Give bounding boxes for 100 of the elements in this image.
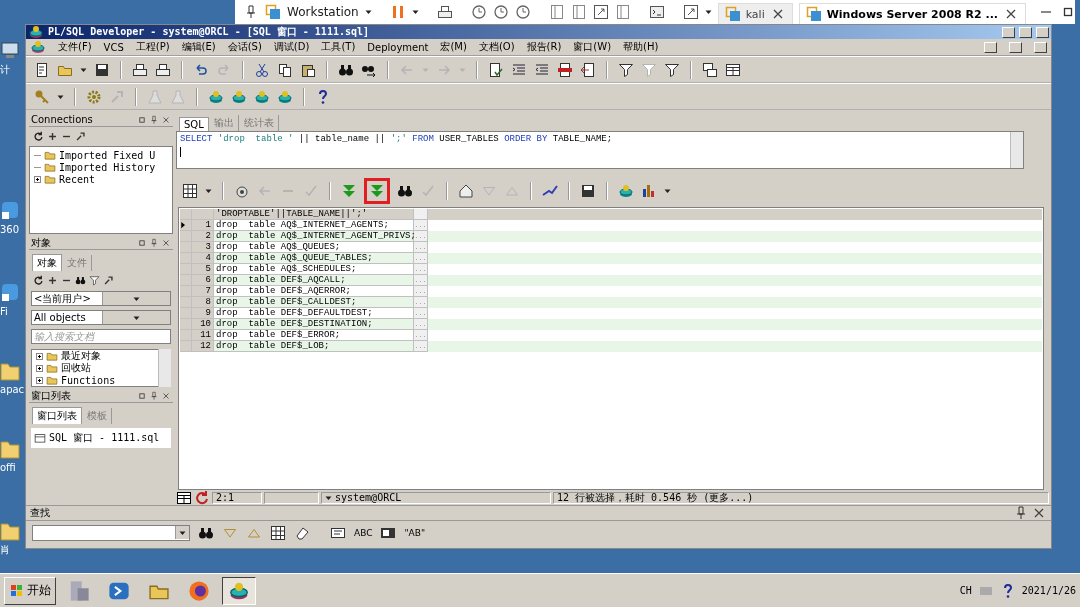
clock-icon[interactable] xyxy=(470,4,487,20)
menu-item[interactable]: 工程(P) xyxy=(135,40,170,54)
window-icon[interactable] xyxy=(34,432,46,444)
funnel-icon[interactable] xyxy=(664,61,680,78)
folder-icon[interactable] xyxy=(0,360,20,382)
fullscreen-icon[interactable] xyxy=(592,4,609,20)
menu-item[interactable]: 帮助(H) xyxy=(623,40,659,54)
tree-item[interactable]: Imported History xyxy=(59,161,156,173)
panel-tab[interactable]: SQL xyxy=(179,117,209,131)
vm-icon[interactable] xyxy=(265,4,281,20)
find-icon[interactable] xyxy=(397,183,413,199)
fullscreen-icon[interactable] xyxy=(682,4,699,20)
gear-icon[interactable] xyxy=(86,88,102,105)
database-icon[interactable] xyxy=(618,183,634,199)
expand-icon[interactable] xyxy=(36,364,43,372)
menu-item[interactable]: 宏(M) xyxy=(440,40,467,54)
close-button[interactable] xyxy=(1034,41,1047,53)
indent-icon[interactable] xyxy=(511,61,527,78)
cut-icon[interactable] xyxy=(254,61,270,78)
printer-icon[interactable] xyxy=(155,61,171,78)
menu-item[interactable]: 文件(F) xyxy=(58,40,92,54)
menu-item[interactable]: 文档(O) xyxy=(478,40,515,54)
document-icon[interactable] xyxy=(557,61,573,78)
close-icon[interactable] xyxy=(161,390,171,401)
search-field[interactable]: 输入搜索文档 xyxy=(31,329,171,344)
database-icon[interactable] xyxy=(208,88,224,105)
house-icon[interactable] xyxy=(458,183,474,199)
refresh-icon[interactable] xyxy=(33,131,44,142)
cascade-windows-icon[interactable] xyxy=(702,61,718,78)
panel-icon[interactable] xyxy=(614,4,631,20)
copy-icon[interactable] xyxy=(277,61,293,78)
scrollbar[interactable] xyxy=(1010,132,1023,168)
menu-item[interactable]: 报告(R) xyxy=(526,40,562,54)
grid-icon[interactable] xyxy=(270,525,286,541)
panel-icon[interactable] xyxy=(570,4,587,20)
folder-icon[interactable] xyxy=(0,438,20,460)
menu-item[interactable]: 调试(D) xyxy=(273,40,310,54)
scrollbar[interactable] xyxy=(158,349,171,387)
match-case-toggle[interactable]: ABC xyxy=(354,528,373,538)
pin-icon[interactable] xyxy=(149,114,159,125)
close-icon[interactable] xyxy=(161,237,171,248)
minimize-button[interactable] xyxy=(1002,26,1015,38)
grid-icon[interactable] xyxy=(182,183,198,199)
panel-tab[interactable]: 窗口列表 xyxy=(32,407,82,424)
terminal-icon[interactable] xyxy=(648,4,665,20)
clock-icon[interactable] xyxy=(514,4,531,20)
language-indicator[interactable]: CH xyxy=(959,585,972,596)
database-icon[interactable] xyxy=(254,88,270,105)
exact-phrase-toggle[interactable]: "AB" xyxy=(404,528,426,538)
restore-button[interactable] xyxy=(1009,41,1022,53)
plus-icon[interactable] xyxy=(47,131,58,142)
row-indicator[interactable] xyxy=(180,220,192,231)
vm-tab[interactable]: Windows Server 2008 R2 ... xyxy=(798,3,1027,24)
close-icon[interactable] xyxy=(161,114,171,125)
tree-item[interactable]: 回收站 xyxy=(61,361,91,375)
unindent-icon[interactable] xyxy=(534,61,550,78)
save-icon[interactable] xyxy=(94,61,110,78)
firefox-icon[interactable] xyxy=(188,579,210,602)
menu-item[interactable]: Deployment xyxy=(367,41,429,53)
tree-item[interactable]: Recent xyxy=(59,173,96,185)
menu-item[interactable]: 工具(T) xyxy=(321,40,356,54)
clock-icon[interactable] xyxy=(492,4,509,20)
document-arrow-icon[interactable] xyxy=(580,61,596,78)
bar-chart-icon[interactable] xyxy=(641,183,657,199)
save-icon[interactable] xyxy=(580,183,596,199)
funnel-icon[interactable] xyxy=(618,61,634,78)
shortcut-icon[interactable] xyxy=(0,200,20,222)
tree-item[interactable]: Functions xyxy=(61,374,116,386)
vm-tab[interactable]: kali xyxy=(717,3,793,24)
refresh-icon[interactable] xyxy=(33,275,44,286)
vmware-title[interactable]: Workstation xyxy=(287,5,359,19)
database-icon[interactable] xyxy=(231,88,247,105)
pin-icon[interactable] xyxy=(149,237,159,248)
database-icon[interactable] xyxy=(277,88,293,105)
user-dropdown[interactable]: <当前用户> xyxy=(31,291,171,306)
panel-icon[interactable] xyxy=(548,4,565,20)
menu-item[interactable]: VCS xyxy=(103,41,124,53)
find-field[interactable] xyxy=(32,525,190,541)
find-icon[interactable] xyxy=(75,275,86,286)
new-file-icon[interactable] xyxy=(34,61,50,78)
minimize-button[interactable] xyxy=(984,41,997,53)
printer-icon[interactable] xyxy=(132,61,148,78)
find-icon[interactable] xyxy=(198,525,214,541)
object-type-dropdown[interactable]: All objects xyxy=(31,310,171,325)
shortcut-icon[interactable] xyxy=(0,282,20,304)
start-button[interactable]: 开始 xyxy=(4,576,56,605)
menu-item[interactable]: 会话(S) xyxy=(227,40,262,54)
panel-tab[interactable]: 对象 xyxy=(32,254,62,271)
folder-icon[interactable] xyxy=(44,149,56,161)
close-button[interactable] xyxy=(1036,26,1049,38)
layout-icon[interactable] xyxy=(725,61,741,78)
menu-item[interactable]: 编辑(E) xyxy=(181,40,216,54)
maximize-button[interactable] xyxy=(1019,26,1032,38)
folder-icon[interactable] xyxy=(0,520,20,542)
plus-icon[interactable] xyxy=(47,275,58,286)
expand-icon[interactable] xyxy=(36,376,43,384)
menu-item[interactable]: 窗口(W) xyxy=(573,40,612,54)
expand-icon[interactable] xyxy=(34,175,41,183)
tree-item[interactable]: Imported Fixed U xyxy=(59,149,156,161)
document-check-icon[interactable] xyxy=(488,61,504,78)
